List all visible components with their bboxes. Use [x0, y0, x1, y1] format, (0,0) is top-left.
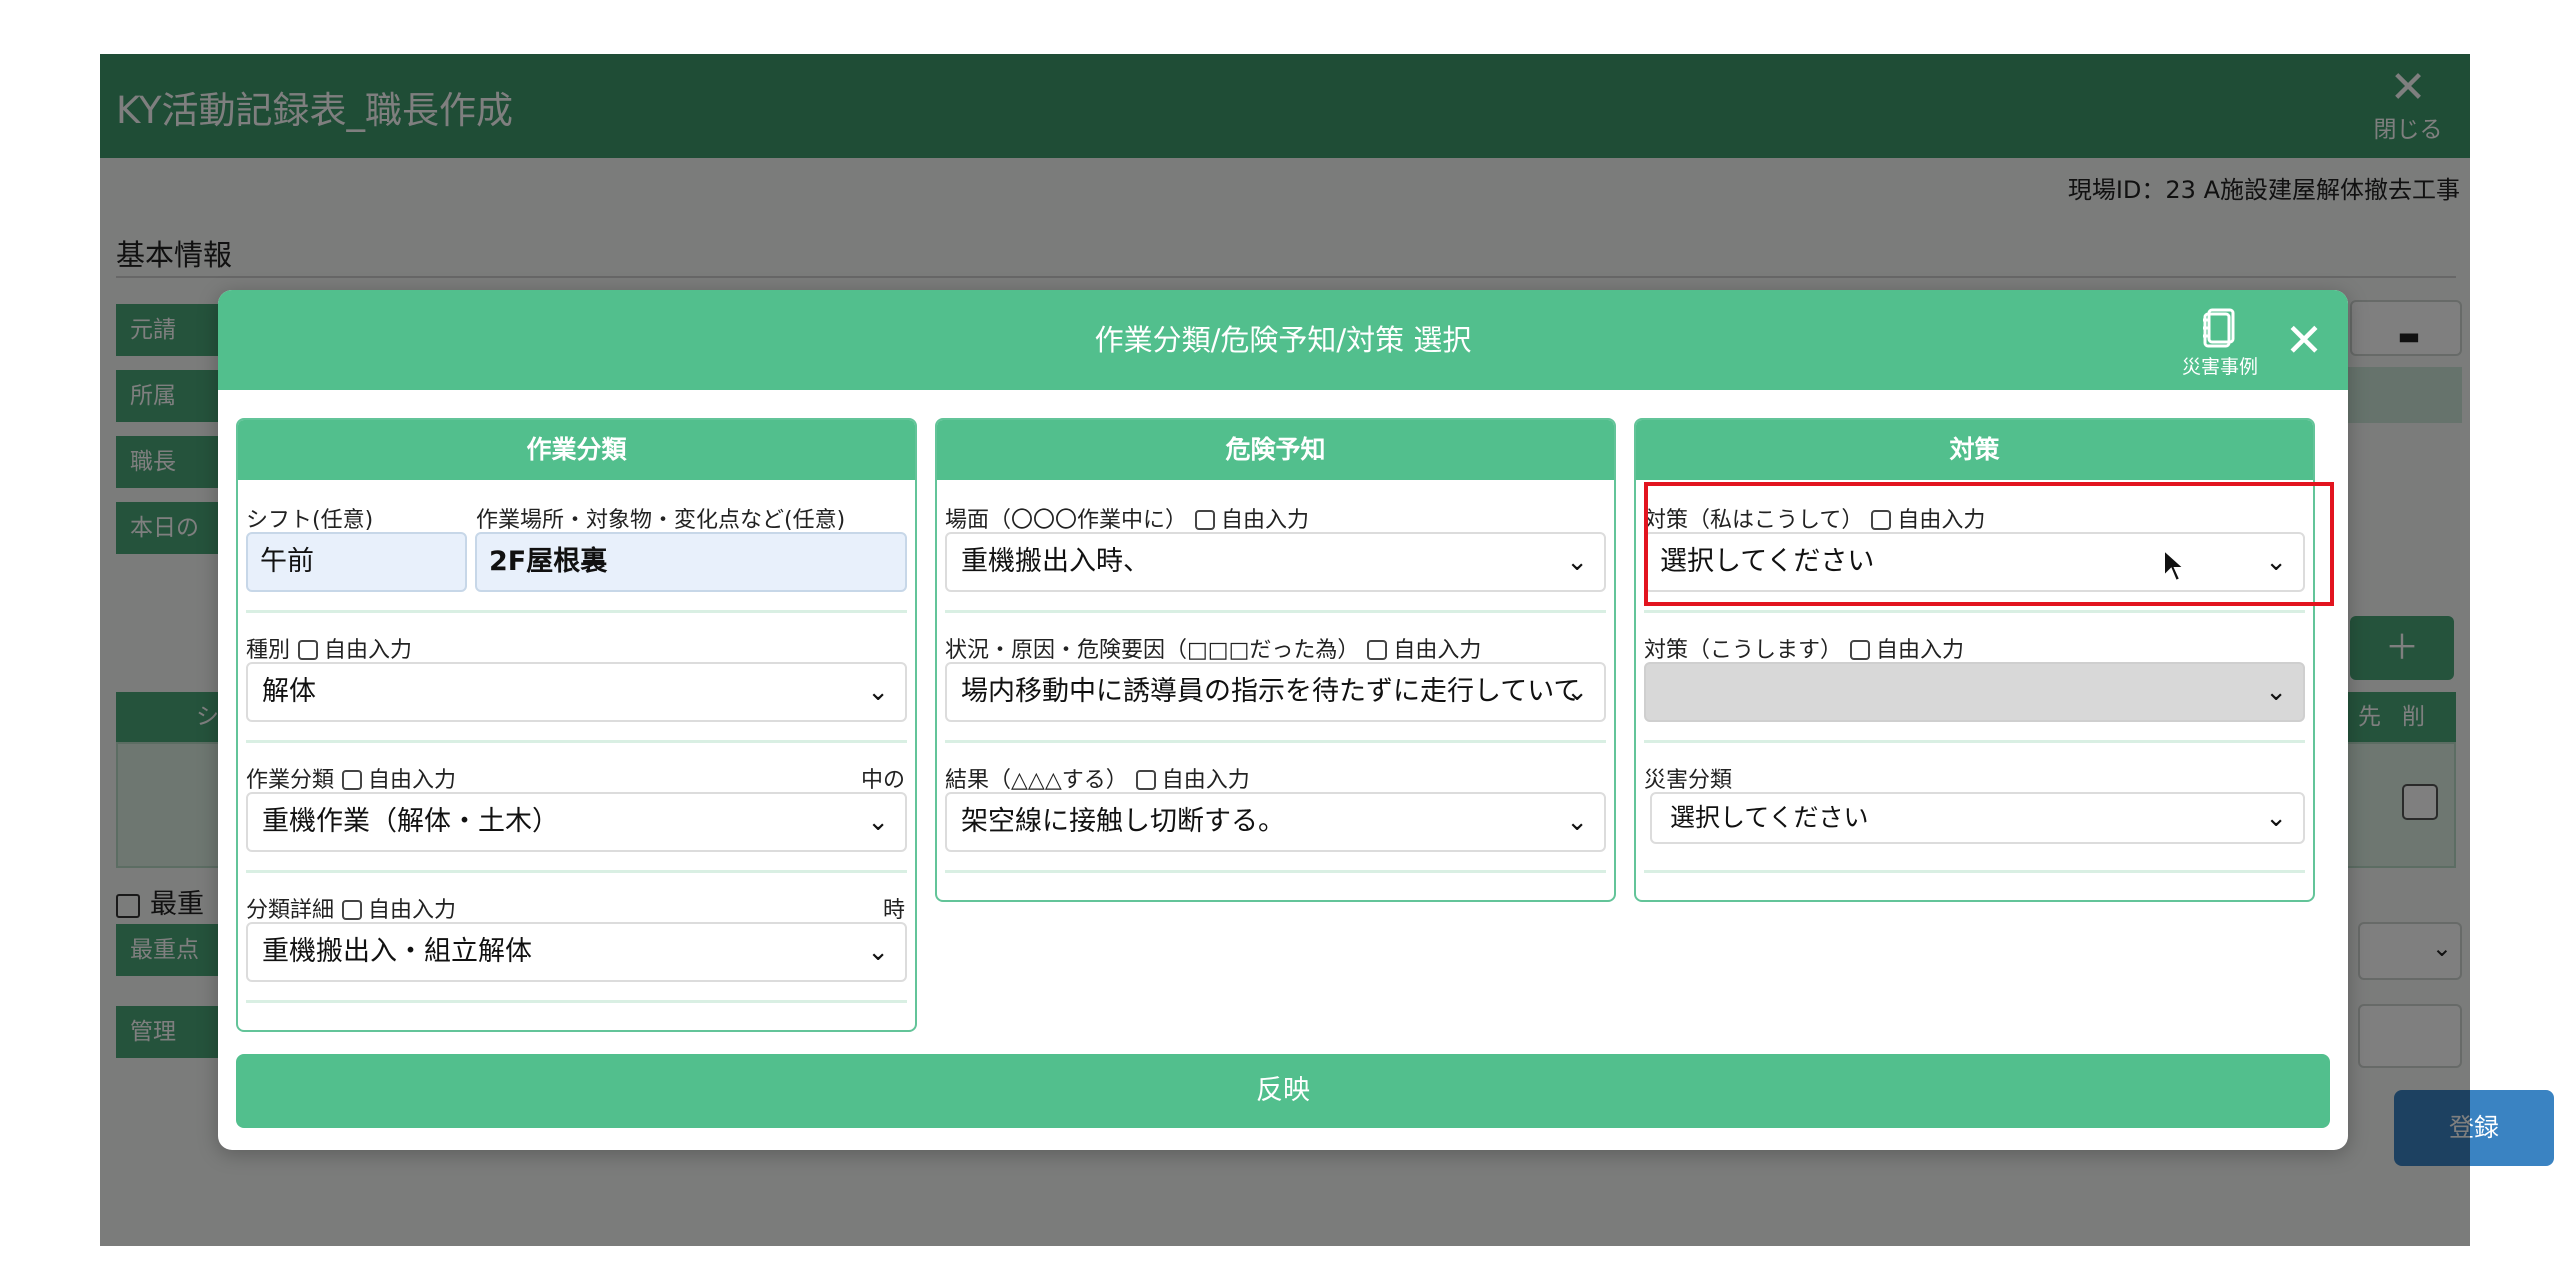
divider — [246, 1000, 907, 1003]
panel-header-hazard: 危険予知 — [937, 420, 1614, 480]
cause-label-row: 状況・原因・危険要因（□□□だった為） 自由入力 — [945, 632, 1481, 664]
free-input-label: 自由入力 — [368, 898, 457, 923]
will-free-input-checkbox[interactable] — [1850, 640, 1871, 660]
modal-title: 作業分類/危険予知/対策 選択 — [1094, 323, 1472, 357]
result-select-value: 架空線に接触し切断する。 — [961, 806, 1285, 837]
chevron-down-icon: ⌄ — [2265, 803, 2287, 833]
scene-label-row: 場面（〇〇〇作業中に） 自由入力 — [945, 502, 1309, 534]
detail-label: 分類詳細 — [246, 898, 335, 923]
divider — [945, 610, 1606, 613]
divider — [1644, 610, 2305, 613]
cause-select[interactable]: 場内移動中に誘導員の指示を待たずに走行していて ⌄ — [945, 662, 1606, 722]
class-select-value: 重機作業（解体・土木） — [262, 806, 559, 837]
place-label: 作業場所・対象物・変化点など(任意) — [476, 508, 846, 533]
mine-select-value: 選択してください — [1660, 546, 1875, 577]
disaster-cases-label: 災害事例 — [2181, 356, 2258, 378]
detail-free-input-checkbox[interactable] — [342, 900, 363, 920]
detail-label-row: 分類詳細 自由入力 — [246, 892, 456, 924]
cause-select-value: 場内移動中に誘導員の指示を待たずに走行していて — [961, 676, 1581, 707]
disaster-class-select[interactable]: 選択してください ⌄ — [1650, 792, 2305, 844]
divider — [246, 740, 907, 743]
will-label-row: 対策（こうします） 自由入力 — [1644, 632, 1964, 664]
divider — [945, 740, 1606, 743]
free-input-label: 自由入力 — [1393, 638, 1482, 663]
notebook-icon — [2203, 308, 2235, 348]
panel-header-measure: 対策 — [1636, 420, 2313, 480]
mine-select[interactable]: 選択してください ⌄ — [1644, 532, 2305, 592]
class-label: 作業分類 — [246, 768, 335, 793]
free-input-label: 自由入力 — [1897, 508, 1986, 533]
apply-button[interactable]: 反映 — [236, 1054, 2330, 1128]
panel-hazard-prediction: 危険予知 場面（〇〇〇作業中に） 自由入力 重機搬出入時、 ⌄ 状況・原因・危険要因… — [935, 418, 1616, 902]
panel-work-classification: 作業分類 シフト(任意) 作業場所・対象物・変化点など(任意) 午前 2F屋根裏… — [236, 418, 917, 1032]
divider — [246, 870, 907, 873]
modal-close-button[interactable]: ✕ — [2276, 312, 2332, 368]
chevron-down-icon: ⌄ — [867, 937, 889, 967]
selection-modal: 作業分類/危険予知/対策 選択 災害事例 ✕ 作業分類 シフト(任意) 作業場所… — [218, 290, 2348, 1150]
mouse-cursor-icon — [2163, 548, 2187, 583]
divider — [945, 870, 1606, 873]
type-select[interactable]: 解体 ⌄ — [246, 662, 907, 722]
chevron-down-icon: ⌄ — [2265, 547, 2287, 577]
cause-label: 状況・原因・危険要因（□□□だった為） — [945, 638, 1360, 663]
free-input-label: 自由入力 — [1161, 768, 1250, 793]
detail-select[interactable]: 重機搬出入・組立解体 ⌄ — [246, 922, 907, 982]
detail-right-text: 時 — [882, 898, 905, 923]
type-label: 種別 — [246, 638, 291, 663]
free-input-label: 自由入力 — [1876, 638, 1965, 663]
divider — [1644, 870, 2305, 873]
modal-header: 作業分類/危険予知/対策 選択 災害事例 ✕ — [218, 290, 2348, 390]
free-input-label: 自由入力 — [368, 768, 457, 793]
type-label-row: 種別 自由入力 — [246, 632, 412, 664]
result-free-input-checkbox[interactable] — [1135, 770, 1156, 790]
shift-label: シフト(任意) — [246, 508, 374, 533]
will-label: 対策（こうします） — [1644, 638, 1843, 663]
class-free-input-checkbox[interactable] — [342, 770, 363, 790]
cause-free-input-checkbox[interactable] — [1367, 640, 1388, 660]
scene-select[interactable]: 重機搬出入時、 ⌄ — [945, 532, 1606, 592]
detail-select-value: 重機搬出入・組立解体 — [262, 936, 532, 967]
chevron-down-icon: ⌄ — [1566, 547, 1588, 577]
will-select[interactable]: ⌄ — [1644, 662, 2305, 722]
disaster-class-select-value: 選択してください — [1670, 803, 1869, 832]
place-input[interactable]: 2F屋根裏 — [475, 532, 907, 592]
class-select[interactable]: 重機作業（解体・土木） ⌄ — [246, 792, 907, 852]
disaster-class-label: 災害分類 — [1644, 768, 1733, 793]
result-label: 結果（△△△する） — [945, 768, 1128, 793]
chevron-down-icon: ⌄ — [867, 677, 889, 707]
close-icon: ✕ — [2284, 313, 2324, 367]
shift-input[interactable]: 午前 — [246, 532, 467, 592]
chevron-down-icon: ⌄ — [1566, 807, 1588, 837]
type-select-value: 解体 — [262, 676, 316, 707]
mine-free-input-checkbox[interactable] — [1871, 510, 1892, 530]
free-input-label: 自由入力 — [324, 638, 413, 663]
mine-label-row: 対策（私はこうして） 自由入力 — [1644, 502, 1985, 534]
scene-select-value: 重機搬出入時、 — [961, 546, 1150, 577]
divider — [1644, 740, 2305, 743]
class-label-row: 作業分類 自由入力 — [246, 762, 456, 794]
type-free-input-checkbox[interactable] — [298, 640, 319, 660]
mine-label: 対策（私はこうして） — [1644, 508, 1864, 533]
chevron-down-icon: ⌄ — [1566, 677, 1588, 707]
disaster-cases-button[interactable]: 災害事例 — [2170, 306, 2270, 380]
result-select[interactable]: 架空線に接触し切断する。 ⌄ — [945, 792, 1606, 852]
panel-header-work: 作業分類 — [238, 420, 915, 480]
divider — [246, 610, 907, 613]
class-right-text: 中の — [860, 768, 905, 793]
scene-label: 場面（〇〇〇作業中に） — [945, 508, 1188, 533]
panel-countermeasure: 対策 対策（私はこうして） 自由入力 選択してください ⌄ 対策（こうします） 自由入… — [1634, 418, 2315, 902]
free-input-label: 自由入力 — [1221, 508, 1310, 533]
chevron-down-icon: ⌄ — [2265, 677, 2287, 707]
scene-free-input-checkbox[interactable] — [1195, 510, 1216, 530]
chevron-down-icon: ⌄ — [867, 807, 889, 837]
result-label-row: 結果（△△△する） 自由入力 — [945, 762, 1250, 794]
